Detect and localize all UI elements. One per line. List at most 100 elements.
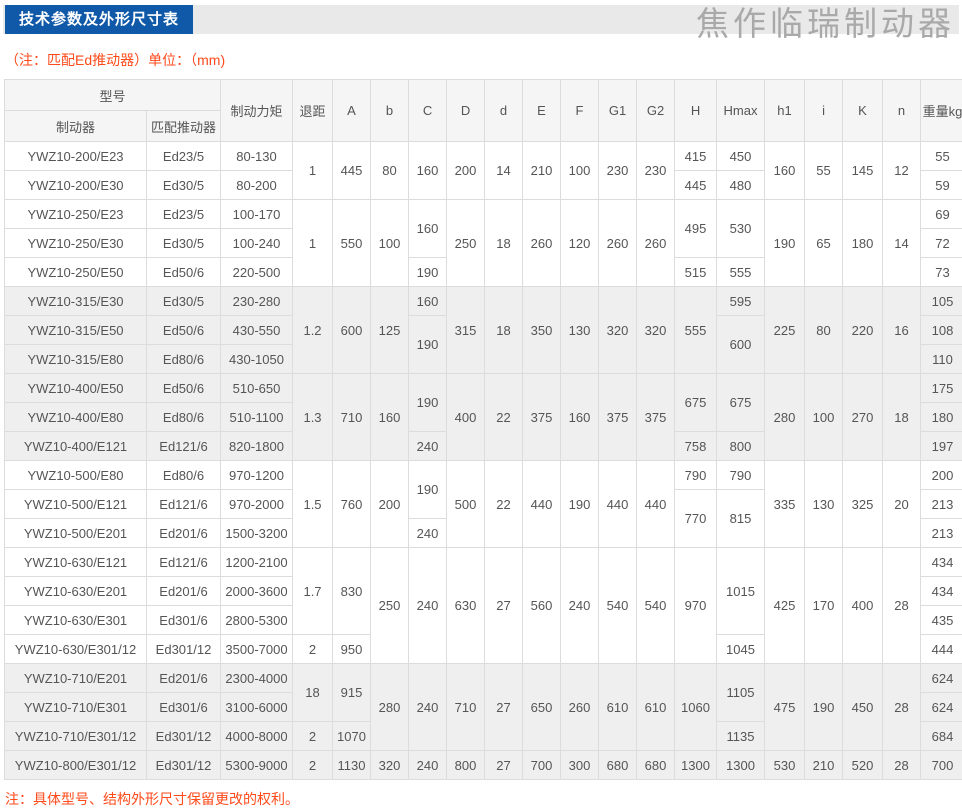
cell-clearance: 1.7	[293, 548, 333, 635]
cell-D: 630	[447, 548, 485, 664]
cell-b: 200	[371, 461, 409, 548]
cell-weight: 180	[921, 403, 962, 432]
cell-thruster: Ed301/12	[147, 635, 221, 664]
cell-H: 445	[675, 171, 717, 200]
cell-i: 170	[805, 548, 843, 664]
cell-A: 600	[333, 287, 371, 374]
cell-G2: 540	[637, 548, 675, 664]
cell-clearance: 1	[293, 142, 333, 200]
cell-torque: 1500-3200	[221, 519, 293, 548]
cell-i: 210	[805, 751, 843, 780]
cell-C: 190	[409, 258, 447, 287]
cell-b: 80	[371, 142, 409, 200]
cell-clearance: 1	[293, 200, 333, 287]
cell-torque: 2300-4000	[221, 664, 293, 693]
cell-n: 16	[883, 287, 921, 374]
cell-thruster: Ed301/12	[147, 722, 221, 751]
cell-D: 200	[447, 142, 485, 200]
cell-thruster: Ed121/6	[147, 490, 221, 519]
cell-brake: YWZ10-315/E80	[5, 345, 147, 374]
cell-C: 240	[409, 664, 447, 751]
cell-K: 520	[843, 751, 883, 780]
cell-i: 55	[805, 142, 843, 200]
cell-torque: 970-2000	[221, 490, 293, 519]
cell-K: 145	[843, 142, 883, 200]
cell-C: 240	[409, 548, 447, 664]
table-row: YWZ10-315/E30Ed30/5230-2801.260012516031…	[5, 287, 962, 316]
cell-weight: 213	[921, 490, 962, 519]
cell-weight: 73	[921, 258, 962, 287]
cell-C: 240	[409, 432, 447, 461]
cell-brake: YWZ10-800/E301/12	[5, 751, 147, 780]
col-header-thruster: 匹配推动器	[147, 111, 221, 142]
cell-torque: 970-1200	[221, 461, 293, 490]
cell-A: 950	[333, 635, 371, 664]
cell-thruster: Ed301/6	[147, 606, 221, 635]
cell-Hmax: 1045	[717, 635, 765, 664]
cell-thruster: Ed80/6	[147, 461, 221, 490]
col-header-clearance: 退距	[293, 80, 333, 142]
cell-K: 270	[843, 374, 883, 461]
cell-d: 27	[485, 548, 523, 664]
cell-b: 250	[371, 548, 409, 664]
cell-Hmax: 1015	[717, 548, 765, 635]
cell-h1: 475	[765, 664, 805, 751]
cell-weight: 200	[921, 461, 962, 490]
cell-C: 160	[409, 200, 447, 258]
cell-G2: 610	[637, 664, 675, 751]
cell-C: 190	[409, 374, 447, 432]
cell-thruster: Ed50/6	[147, 258, 221, 287]
cell-i: 80	[805, 287, 843, 374]
cell-brake: YWZ10-400/E80	[5, 403, 147, 432]
cell-Hmax: 1135	[717, 722, 765, 751]
cell-torque: 80-130	[221, 142, 293, 171]
col-header-n: n	[883, 80, 921, 142]
cell-A: 445	[333, 142, 371, 200]
cell-weight: 175	[921, 374, 962, 403]
table-row: YWZ10-200/E23Ed23/580-130144580160200142…	[5, 142, 962, 171]
section-title-banner: 技术参数及外形尺寸表	[5, 5, 193, 34]
cell-A: 550	[333, 200, 371, 287]
cell-thruster: Ed30/5	[147, 229, 221, 258]
cell-A: 760	[333, 461, 371, 548]
col-header-model-group: 型号	[5, 80, 221, 111]
cell-E: 350	[523, 287, 561, 374]
cell-D: 250	[447, 200, 485, 287]
cell-b: 100	[371, 200, 409, 287]
table-row: YWZ10-500/E80Ed80/6970-12001.57602001905…	[5, 461, 962, 490]
cell-Hmax: 1105	[717, 664, 765, 722]
cell-h1: 335	[765, 461, 805, 548]
cell-h1: 530	[765, 751, 805, 780]
cell-E: 375	[523, 374, 561, 461]
header-bar: 技术参数及外形尺寸表 焦作临瑞制动器	[3, 5, 959, 34]
table-row: YWZ10-800/E301/12Ed301/125300-9000211303…	[5, 751, 962, 780]
cell-torque: 5300-9000	[221, 751, 293, 780]
cell-n: 12	[883, 142, 921, 200]
cell-A: 830	[333, 548, 371, 635]
cell-K: 450	[843, 664, 883, 751]
cell-thruster: Ed121/6	[147, 548, 221, 577]
col-header-C: C	[409, 80, 447, 142]
cell-brake: YWZ10-630/E201	[5, 577, 147, 606]
disclaimer-note: 注：具体型号、结构外形尺寸保留更改的权利。	[5, 789, 959, 809]
cell-weight: 59	[921, 171, 962, 200]
cell-n: 28	[883, 548, 921, 664]
cell-H: 555	[675, 287, 717, 374]
cell-n: 18	[883, 374, 921, 461]
cell-weight: 684	[921, 722, 962, 751]
cell-brake: YWZ10-250/E23	[5, 200, 147, 229]
cell-brake: YWZ10-500/E80	[5, 461, 147, 490]
cell-thruster: Ed201/6	[147, 519, 221, 548]
cell-E: 440	[523, 461, 561, 548]
cell-i: 65	[805, 200, 843, 287]
cell-weight: 444	[921, 635, 962, 664]
cell-torque: 100-170	[221, 200, 293, 229]
spec-table: 型号制动力矩退距AbCDdEFG1G2HHmaxh1iKn重量kg制动器匹配推动…	[4, 79, 962, 780]
cell-Hmax: 555	[717, 258, 765, 287]
cell-weight: 197	[921, 432, 962, 461]
col-header-brake: 制动器	[5, 111, 147, 142]
cell-brake: YWZ10-400/E50	[5, 374, 147, 403]
cell-G1: 260	[599, 200, 637, 287]
cell-E: 650	[523, 664, 561, 751]
cell-F: 190	[561, 461, 599, 548]
